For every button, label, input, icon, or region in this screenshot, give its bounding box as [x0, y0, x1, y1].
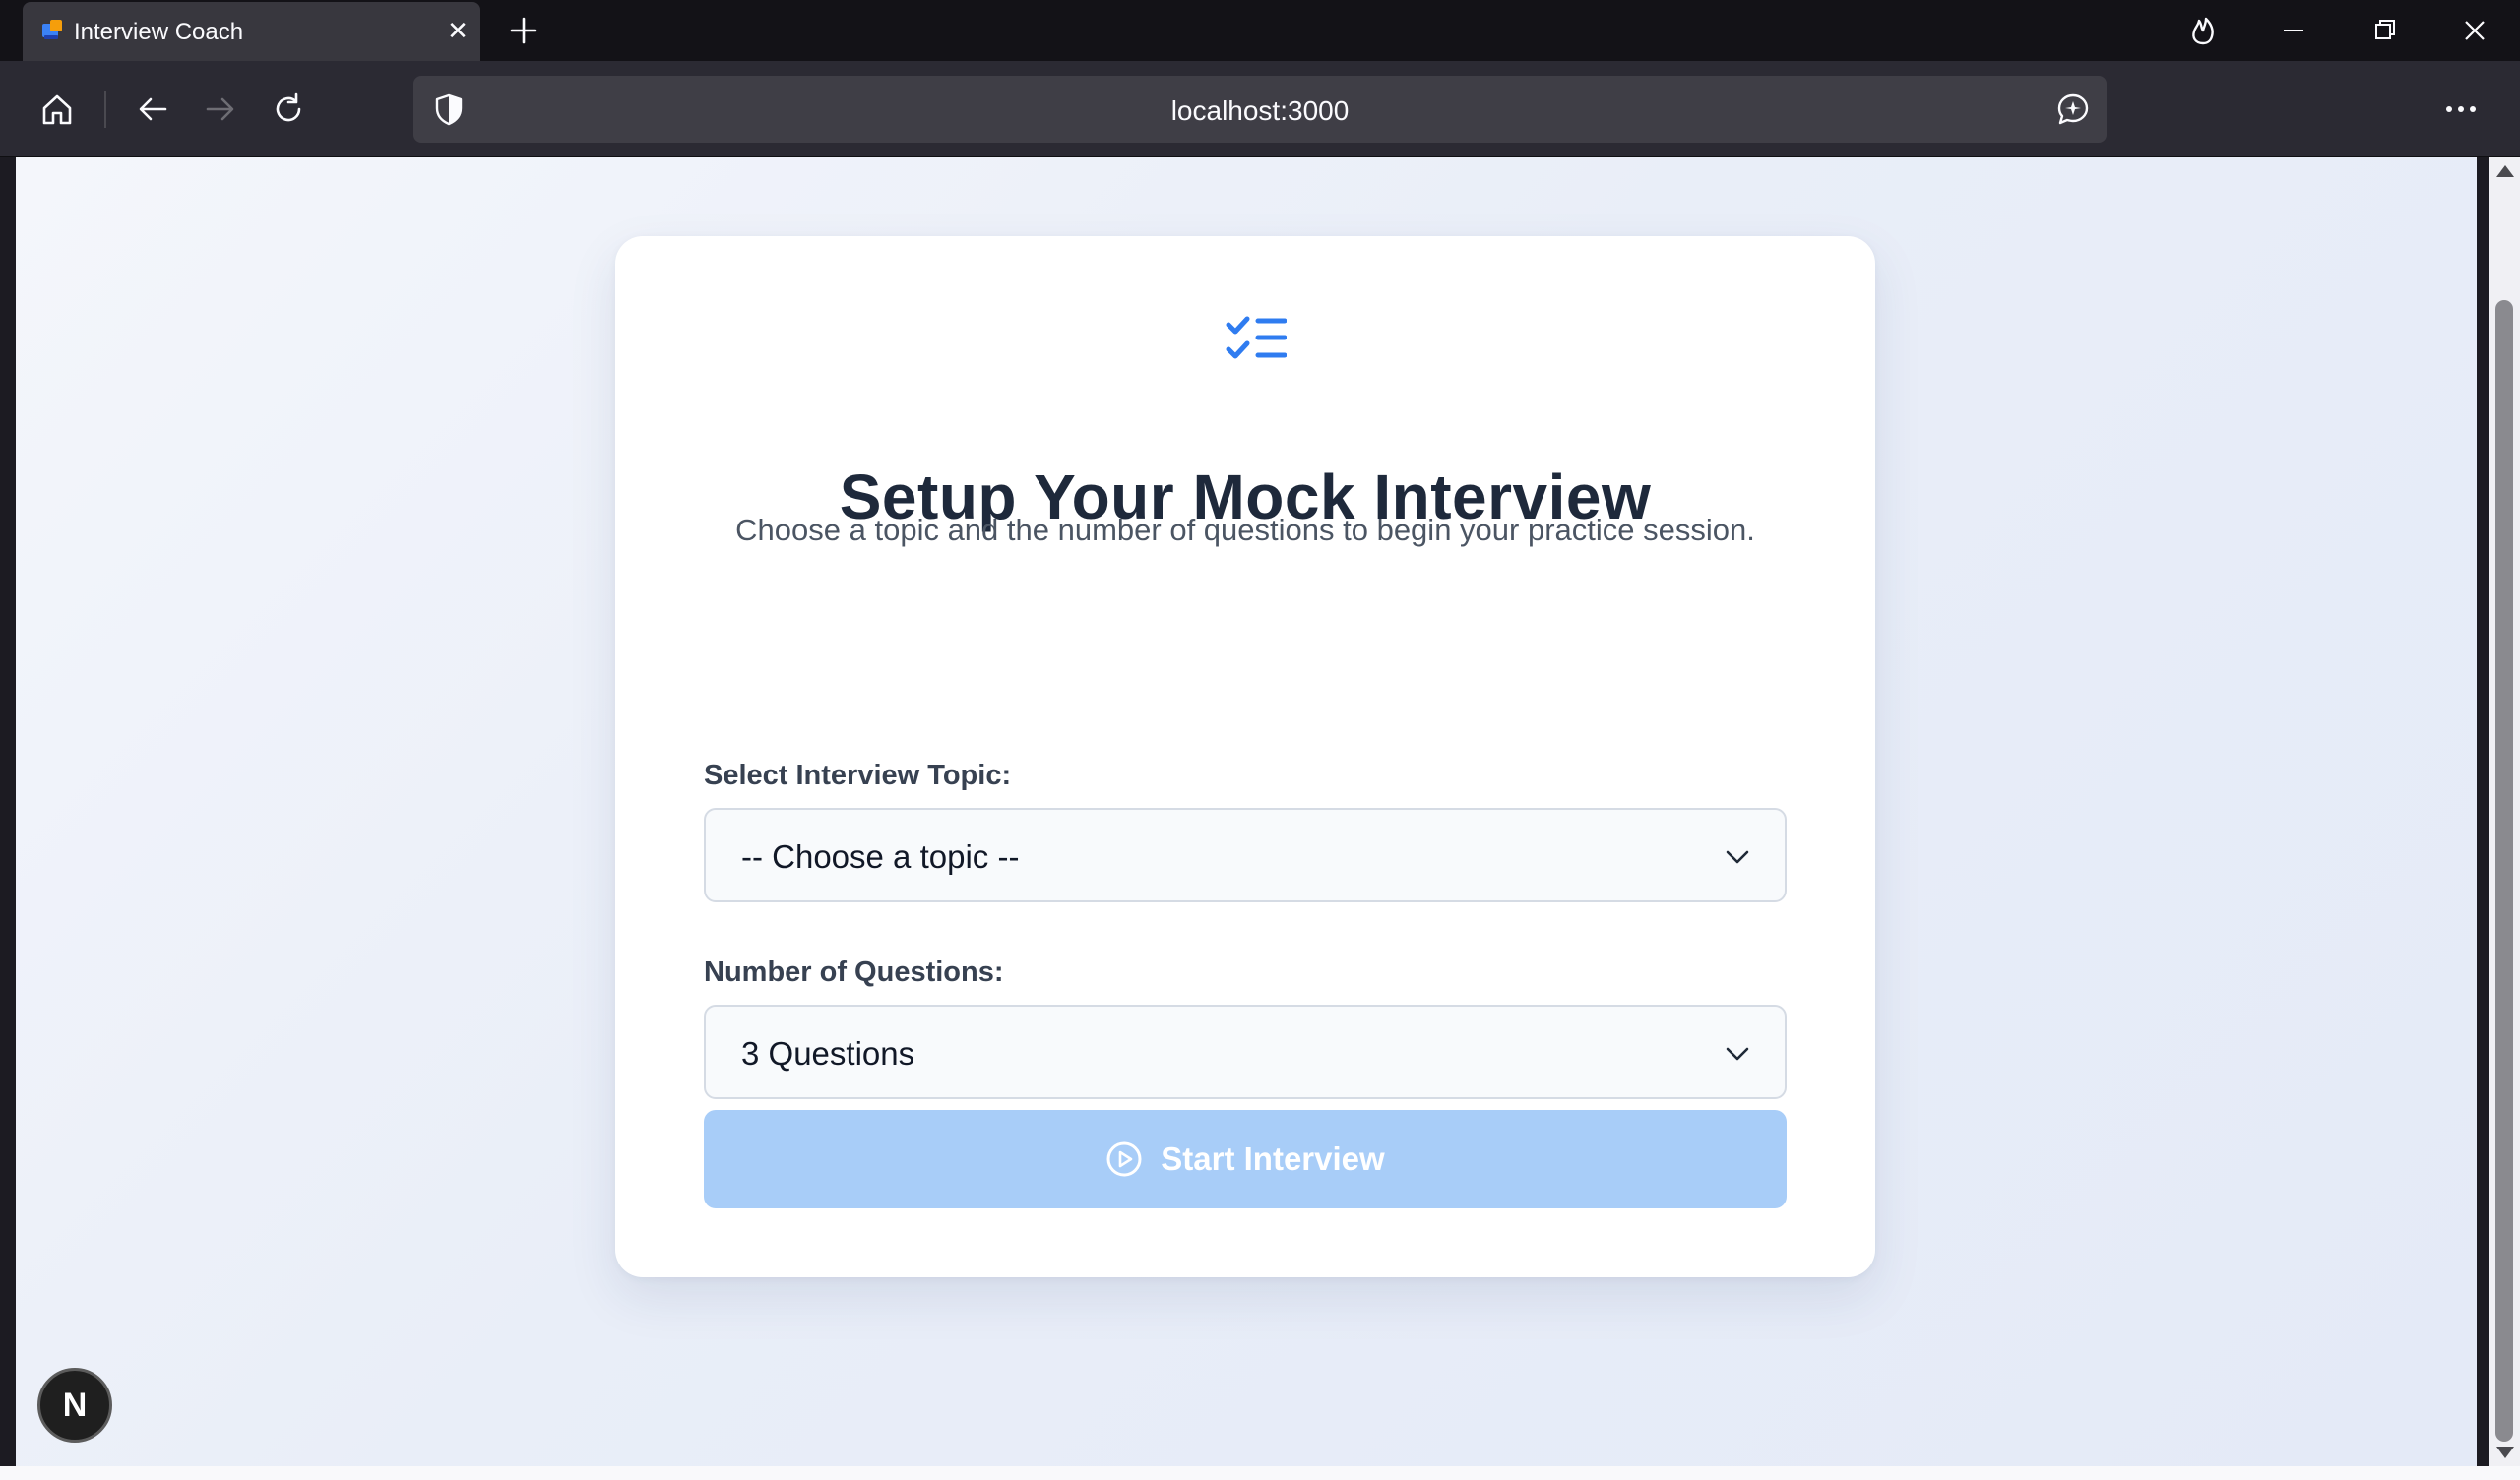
- address-bar[interactable]: localhost:3000: [413, 76, 2107, 143]
- start-interview-button[interactable]: Start Interview: [704, 1110, 1787, 1208]
- chevron-down-icon: [1726, 1047, 1749, 1061]
- url-text: localhost:3000: [1170, 95, 1350, 126]
- home-icon[interactable]: [34, 87, 80, 132]
- minimize-icon[interactable]: [2272, 10, 2315, 51]
- scroll-up-arrow-icon[interactable]: [2496, 165, 2514, 177]
- restore-icon[interactable]: [2362, 10, 2406, 51]
- topic-select[interactable]: -- Choose a topic --: [704, 808, 1787, 902]
- title-bar: Interview Coach ✕: [0, 0, 2520, 61]
- page-viewport: Setup Your Mock Interview Choose a topic…: [16, 157, 2477, 1466]
- more-menu-icon[interactable]: [2437, 89, 2485, 130]
- close-window-icon[interactable]: [2453, 10, 2496, 51]
- questions-select-value: 3 Questions: [741, 1035, 915, 1072]
- firefox-view-flame-icon[interactable]: [2181, 10, 2225, 51]
- scroll-down-arrow-icon[interactable]: [2496, 1447, 2514, 1458]
- vertical-scrollbar[interactable]: [2488, 157, 2520, 1466]
- topic-select-value: -- Choose a topic --: [741, 838, 1020, 875]
- forward-arrow-icon[interactable]: [198, 87, 243, 132]
- questions-label: Number of Questions:: [704, 956, 1004, 988]
- tab-title: Interview Coach: [74, 19, 244, 45]
- start-interview-label: Start Interview: [1161, 1141, 1385, 1177]
- scrollbar-thumb[interactable]: [2495, 300, 2513, 1442]
- ai-chatbot-icon[interactable]: [2053, 90, 2093, 129]
- topic-label: Select Interview Topic:: [704, 760, 1012, 791]
- play-circle-icon: [1106, 1141, 1142, 1177]
- checklist-icon: [1226, 316, 1287, 359]
- tab-interview-coach[interactable]: Interview Coach ✕: [23, 2, 480, 61]
- favicon-icon: [42, 20, 62, 39]
- reload-icon[interactable]: [266, 87, 311, 132]
- new-tab-icon[interactable]: [504, 14, 543, 47]
- nav-separator: [104, 91, 106, 128]
- nextjs-devtools-badge[interactable]: N: [37, 1368, 112, 1443]
- setup-card: Setup Your Mock Interview Choose a topic…: [615, 236, 1875, 1277]
- window-bottom-edge: [0, 1466, 2520, 1480]
- navigation-bar: localhost:3000: [0, 61, 2520, 157]
- questions-select[interactable]: 3 Questions: [704, 1005, 1787, 1099]
- page-subtitle: Choose a topic and the number of questio…: [735, 513, 1755, 547]
- chevron-down-icon: [1726, 850, 1749, 864]
- back-arrow-icon[interactable]: [130, 87, 175, 132]
- close-tab-icon[interactable]: ✕: [444, 17, 472, 44]
